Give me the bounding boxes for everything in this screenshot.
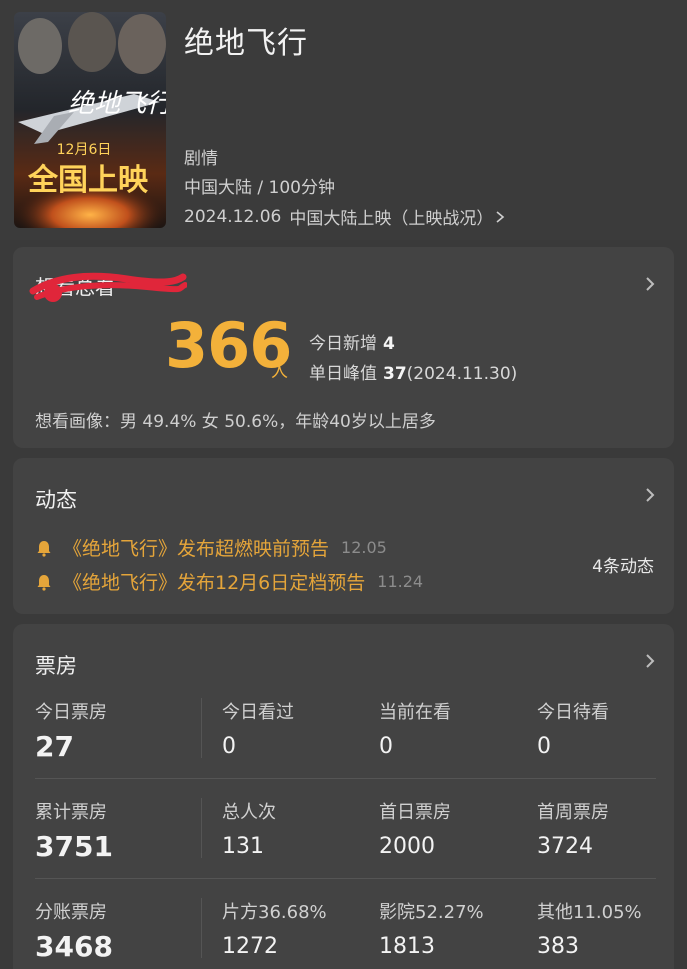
box-office-card[interactable]: 票房 今日票房 27 今日看过 0 当前在看 0 今日待看 0 累计票房 375… xyxy=(13,624,674,969)
stat-other-share: 其他11.05% 383 xyxy=(537,898,642,959)
stat-label: 首周票房 xyxy=(537,802,609,823)
stat-total-admissions: 总人次 131 xyxy=(222,798,276,859)
poster-image: 绝地飞行 12月6日 全国上映 xyxy=(14,12,166,228)
stat-label: 首日票房 xyxy=(379,802,451,823)
today-new-label: 今日新增 xyxy=(309,334,377,354)
want-total-unit: 人 xyxy=(271,362,288,382)
stat-value: 3751 xyxy=(35,830,113,863)
release-link-text: （上映战况） xyxy=(391,209,494,229)
news-text: 《绝地飞行》发布超燃映前预告 xyxy=(63,538,330,560)
stat-value: 27 xyxy=(35,730,74,763)
stat-today-to-watch: 今日待看 0 xyxy=(537,698,609,759)
stat-value: 2000 xyxy=(379,834,435,859)
peak-label: 单日峰值 xyxy=(309,364,377,384)
stat-cinema-share: 影院52.27% 1813 xyxy=(379,898,484,959)
poster-release-text: 全国上映 xyxy=(27,163,148,198)
stat-total-box-office: 累计票房 3751 xyxy=(35,798,113,863)
stat-first-day-box-office: 首日票房 2000 xyxy=(379,798,451,859)
bell-icon xyxy=(37,574,51,591)
box-office-title: 票房 xyxy=(35,654,77,678)
column-divider xyxy=(201,698,202,758)
poster-title-text: 绝地飞行 xyxy=(68,89,166,119)
movie-genre: 剧情 xyxy=(184,149,218,169)
stat-label: 分账票房 xyxy=(35,902,107,923)
stat-today-watched: 今日看过 0 xyxy=(222,698,294,759)
dynamics-card[interactable]: 动态 《绝地飞行》发布超燃映前预告 12.05 《绝地飞行》发布12月6日定档预… xyxy=(13,458,674,614)
stat-value: 1272 xyxy=(222,934,278,959)
stat-value: 0 xyxy=(222,734,236,759)
release-info-link[interactable]: 2024.12.06 中国大陆上映 （上映战况） xyxy=(184,204,505,229)
release-text: 中国大陆上映 xyxy=(289,209,392,229)
today-new-value: 4 xyxy=(383,334,395,354)
stat-first-week-box-office: 首周票房 3724 xyxy=(537,798,609,859)
stat-label: 影院52.27% xyxy=(379,902,484,923)
chevron-right-icon xyxy=(646,488,655,502)
stat-producer-share: 片方36.68% 1272 xyxy=(222,898,327,959)
column-divider xyxy=(201,898,202,958)
poster-date-text: 12月6日 xyxy=(57,142,112,158)
want-to-see-card[interactable]: 想看总看 366 人 今日新增 4 单日峰值 37(2024.11.30) 想看画像… xyxy=(13,247,674,448)
stat-value: 131 xyxy=(222,834,264,859)
news-date: 12.05 xyxy=(341,538,387,557)
redaction-scribble xyxy=(29,272,187,302)
chevron-right-icon xyxy=(646,277,655,291)
row-divider xyxy=(35,878,656,879)
stat-label: 当前在看 xyxy=(379,702,451,723)
stat-today-box-office: 今日票房 27 xyxy=(35,698,107,763)
stat-split-box-office: 分账票房 3468 xyxy=(35,898,113,963)
dynamics-count[interactable]: 4条动态 xyxy=(592,552,654,577)
audience-portrait: 想看画像：男 49.4% 女 50.6%，年龄40岁以上居多 xyxy=(35,412,436,432)
stat-label: 今日看过 xyxy=(222,702,294,723)
stat-value: 0 xyxy=(379,734,393,759)
movie-region-duration: 中国大陆 / 100分钟 xyxy=(184,178,335,198)
stat-label: 今日待看 xyxy=(537,702,609,723)
dynamics-title: 动态 xyxy=(35,488,77,512)
stat-label: 累计票房 xyxy=(35,802,107,823)
stat-now-watching: 当前在看 0 xyxy=(379,698,451,759)
news-date: 11.24 xyxy=(377,572,424,591)
today-new-stat: 今日新增 4 xyxy=(309,329,395,354)
stat-label: 其他11.05% xyxy=(537,902,642,923)
column-divider xyxy=(201,798,202,858)
news-text: 《绝地飞行》发布12月6日定档预告 xyxy=(63,572,366,594)
chevron-right-icon xyxy=(496,210,505,223)
stat-label: 片方36.68% xyxy=(222,902,327,923)
peak-date: (2024.11.30) xyxy=(406,364,518,384)
movie-header: 绝地飞行 12月6日 全国上映 绝地飞行 剧情 中国大陆 / 100分钟 202… xyxy=(0,0,687,240)
news-item[interactable]: 《绝地飞行》发布超燃映前预告 12.05 xyxy=(35,534,387,561)
release-date: 2024.12.06 xyxy=(184,206,282,227)
chevron-right-icon xyxy=(646,654,655,668)
stat-value: 3724 xyxy=(537,834,593,859)
daily-peak-stat: 单日峰值 37(2024.11.30) xyxy=(309,359,517,384)
movie-poster[interactable]: 绝地飞行 12月6日 全国上映 xyxy=(14,12,166,228)
stat-value: 0 xyxy=(537,734,551,759)
stat-value: 383 xyxy=(537,934,579,959)
stat-value: 1813 xyxy=(379,934,435,959)
news-item[interactable]: 《绝地飞行》发布12月6日定档预告 11.24 xyxy=(35,568,423,595)
bell-icon xyxy=(37,540,51,557)
row-divider xyxy=(35,778,656,779)
stat-value: 3468 xyxy=(35,930,113,963)
stat-label: 今日票房 xyxy=(35,702,107,723)
stat-label: 总人次 xyxy=(222,802,276,823)
peak-value: 37 xyxy=(383,364,407,384)
movie-title: 绝地飞行 xyxy=(184,26,308,61)
